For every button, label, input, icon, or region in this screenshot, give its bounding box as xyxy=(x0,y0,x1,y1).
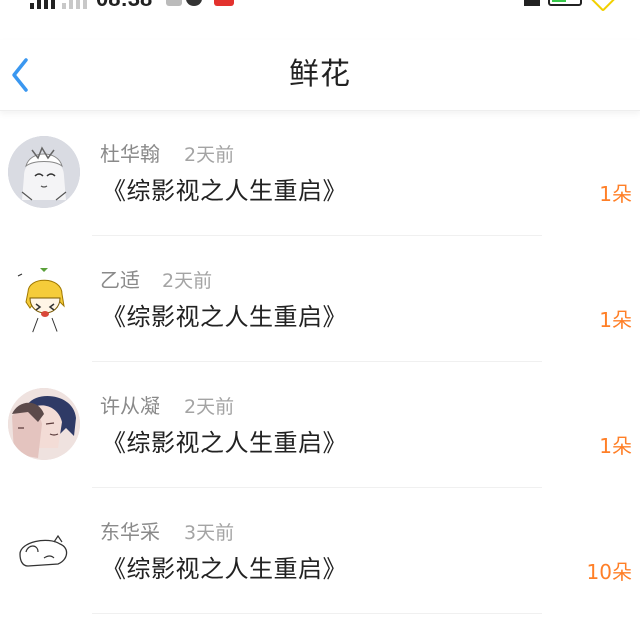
book-title[interactable]: 《综影视之人生重启》 xyxy=(102,300,347,334)
flower-count: 10朵 xyxy=(586,560,632,584)
signal-icon xyxy=(30,0,55,9)
list-item[interactable]: 乙适 2天前 《综影视之人生重启》 1朵 xyxy=(0,250,640,376)
flower-count: 1朵 xyxy=(599,434,632,458)
status-bar: 08:38 xyxy=(0,0,640,14)
flowers-screen: 08:38 鲜花 杜华翰 2天前 xyxy=(0,0,640,624)
nav-bar: 鲜花 xyxy=(0,40,640,111)
avatar[interactable] xyxy=(8,388,80,460)
wifi-icon xyxy=(524,0,540,6)
notification-icon xyxy=(166,0,182,6)
app-icon xyxy=(214,0,234,6)
time-label: 2天前 xyxy=(184,396,235,418)
signal-icon xyxy=(62,0,87,9)
page-title: 鲜花 xyxy=(289,57,351,92)
row-divider xyxy=(92,235,542,236)
book-title[interactable]: 《综影视之人生重启》 xyxy=(102,426,347,460)
flower-count: 1朵 xyxy=(599,308,632,332)
avatar[interactable] xyxy=(8,136,80,208)
list-item[interactable]: 许从凝 2天前 《综影视之人生重启》 1朵 xyxy=(0,376,640,502)
battery-icon xyxy=(548,0,582,6)
time-label: 2天前 xyxy=(184,144,235,166)
time-label: 3天前 xyxy=(184,522,235,544)
user-name: 杜华翰 xyxy=(100,142,160,166)
wechat-icon xyxy=(186,0,202,6)
user-name: 许从凝 xyxy=(100,394,160,418)
list-item[interactable]: 杜华翰 2天前 《综影视之人生重启》 1朵 xyxy=(0,124,640,250)
row-divider xyxy=(92,487,542,488)
user-name: 东华采 xyxy=(100,520,160,544)
avatar[interactable] xyxy=(8,262,80,334)
row-divider xyxy=(92,613,542,614)
list-item[interactable]: 东华采 3天前 《综影视之人生重启》 10朵 xyxy=(0,502,640,624)
row-divider xyxy=(92,361,542,362)
flower-count: 1朵 xyxy=(599,182,632,206)
time-label: 2天前 xyxy=(162,270,213,292)
book-title[interactable]: 《综影视之人生重启》 xyxy=(102,552,347,586)
status-time: 08:38 xyxy=(96,0,152,12)
book-title[interactable]: 《综影视之人生重启》 xyxy=(102,174,347,208)
avatar[interactable] xyxy=(8,514,80,586)
heart-icon xyxy=(590,0,616,12)
user-name: 乙适 xyxy=(100,268,140,292)
